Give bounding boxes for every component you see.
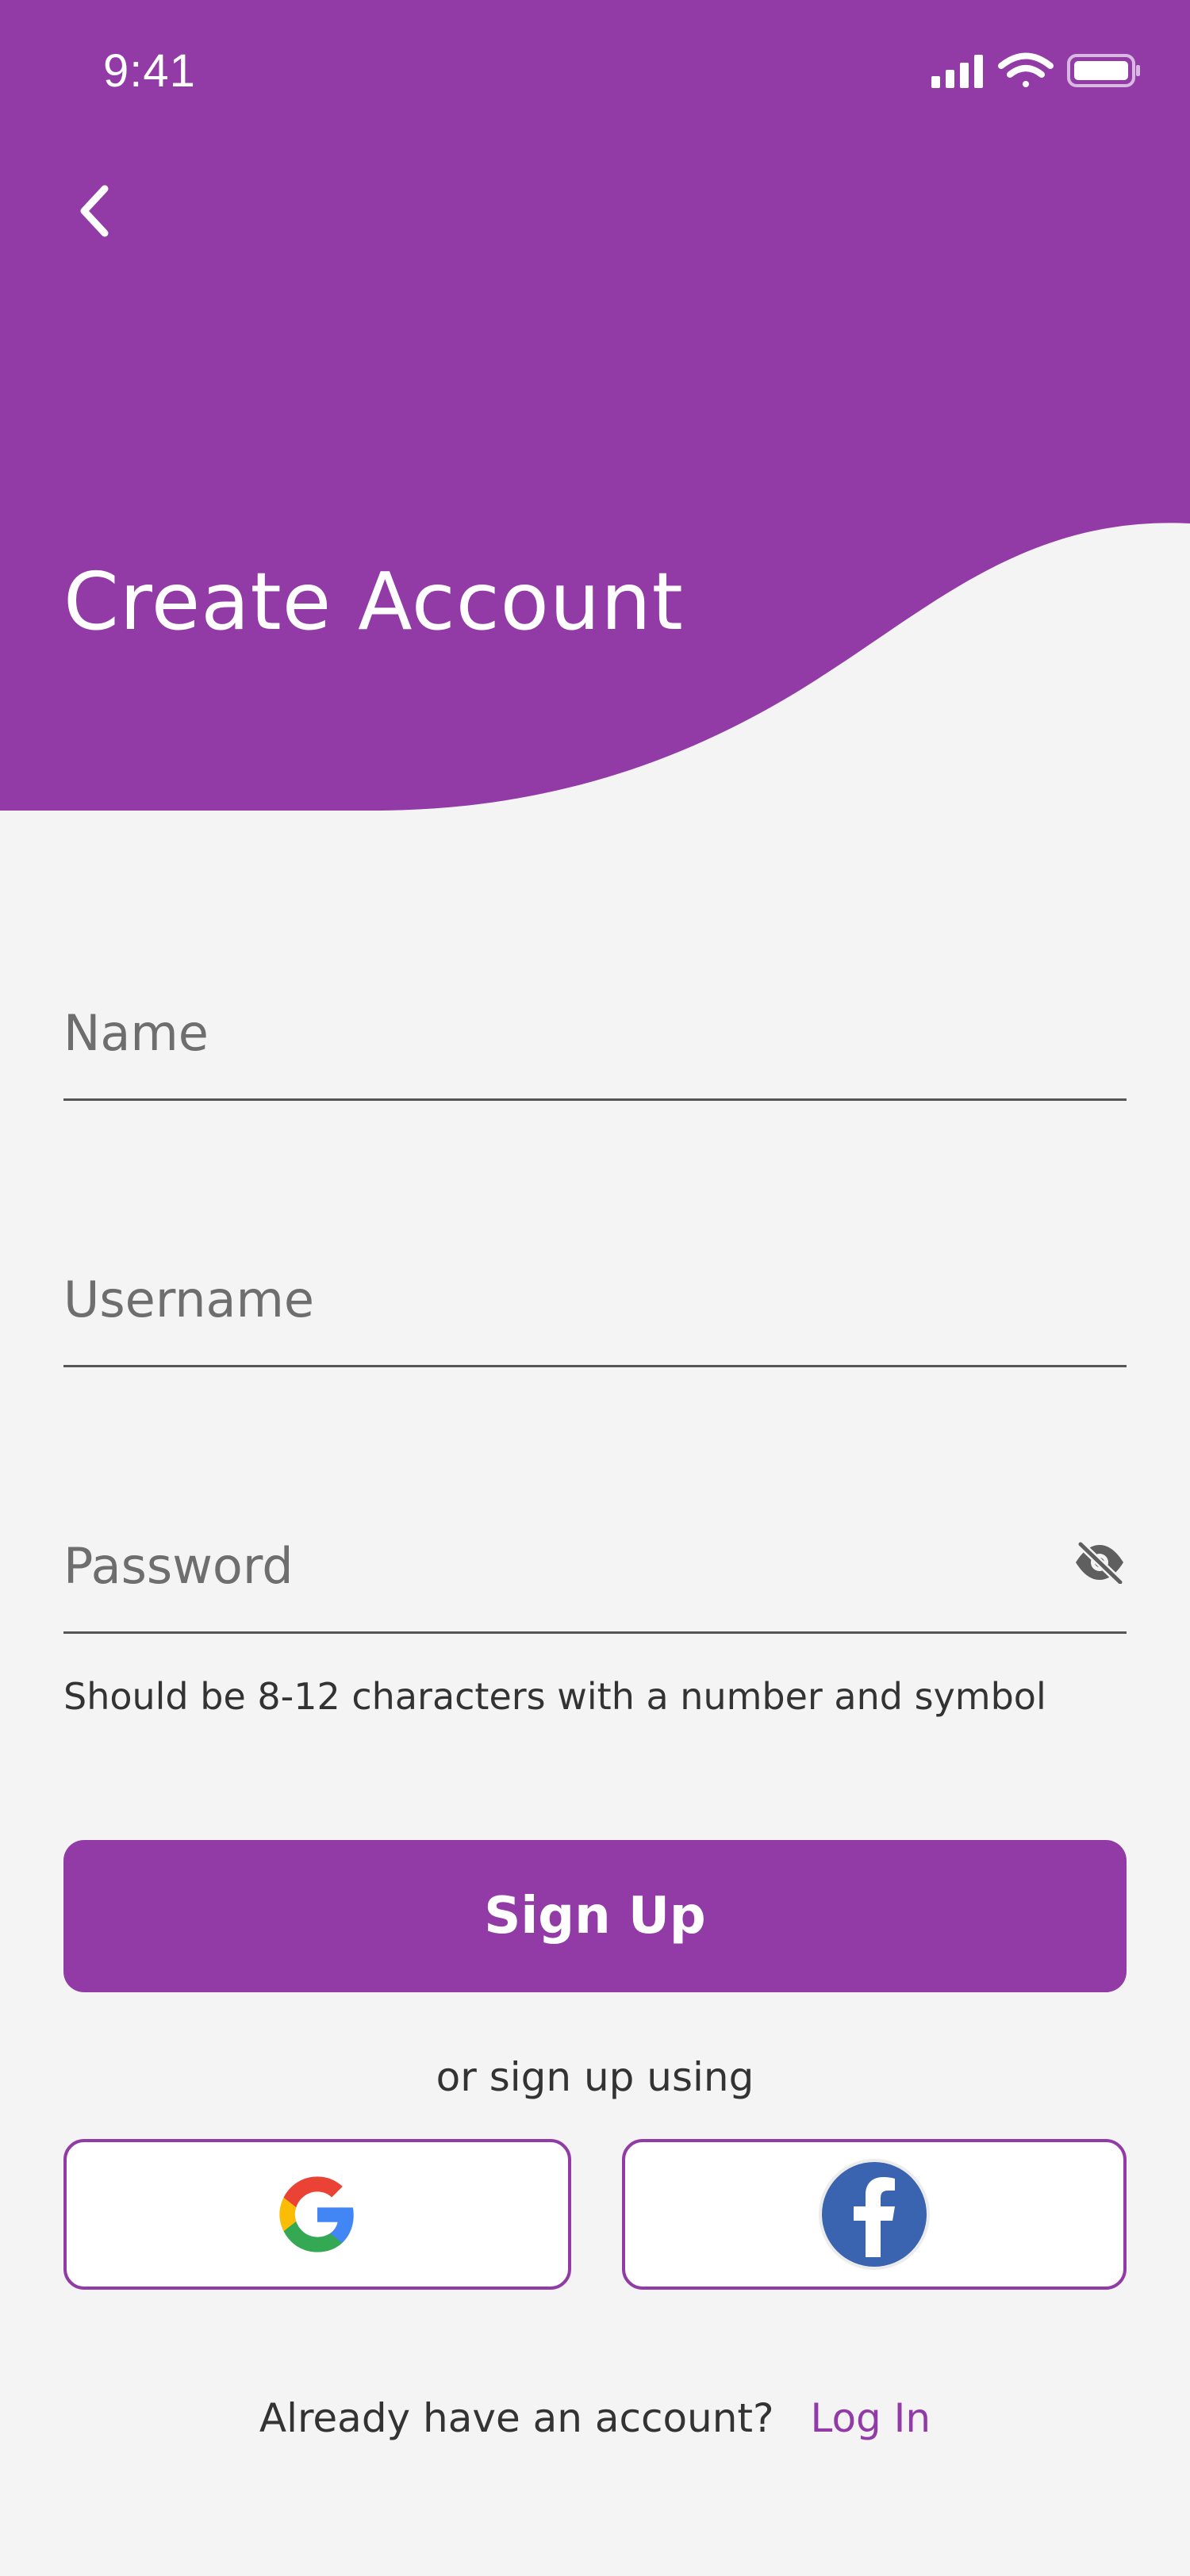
status-icons xyxy=(928,51,1142,94)
password-input[interactable] xyxy=(63,1537,1015,1595)
back-arrow-icon xyxy=(80,185,109,237)
toggle-password-visibility[interactable] xyxy=(1073,1541,1127,1587)
google-icon xyxy=(279,2176,354,2252)
header: 9:41 Create Account xyxy=(0,0,1190,825)
signup-button[interactable]: Sign Up xyxy=(63,1840,1127,1992)
name-input[interactable] xyxy=(63,1004,1015,1062)
name-field-container xyxy=(63,987,1127,1101)
header-wave-background xyxy=(0,0,1190,811)
signal-icon xyxy=(931,55,983,88)
facebook-signup-button[interactable] xyxy=(622,2139,1127,2290)
username-input[interactable] xyxy=(63,1271,1015,1328)
wifi-icon xyxy=(998,52,1054,87)
page-title: Create Account xyxy=(63,555,684,648)
login-prompt: Already have an account? Log In xyxy=(0,2395,1190,2441)
back-button[interactable] xyxy=(70,174,133,254)
login-prompt-text: Already have an account? xyxy=(259,2395,774,2441)
alt-signup-text: or sign up using xyxy=(436,2054,754,2100)
facebook-icon xyxy=(819,2159,930,2270)
password-field-container xyxy=(63,1520,1127,1634)
eye-off-icon xyxy=(1076,1541,1123,1585)
google-signup-button[interactable] xyxy=(63,2139,571,2290)
status-time: 9:41 xyxy=(103,45,196,97)
password-hint: Should be 8-12 characters with a number … xyxy=(63,1675,1046,1718)
username-field-container xyxy=(63,1254,1127,1367)
battery-icon xyxy=(1067,54,1140,87)
login-link[interactable]: Log In xyxy=(810,2395,931,2441)
